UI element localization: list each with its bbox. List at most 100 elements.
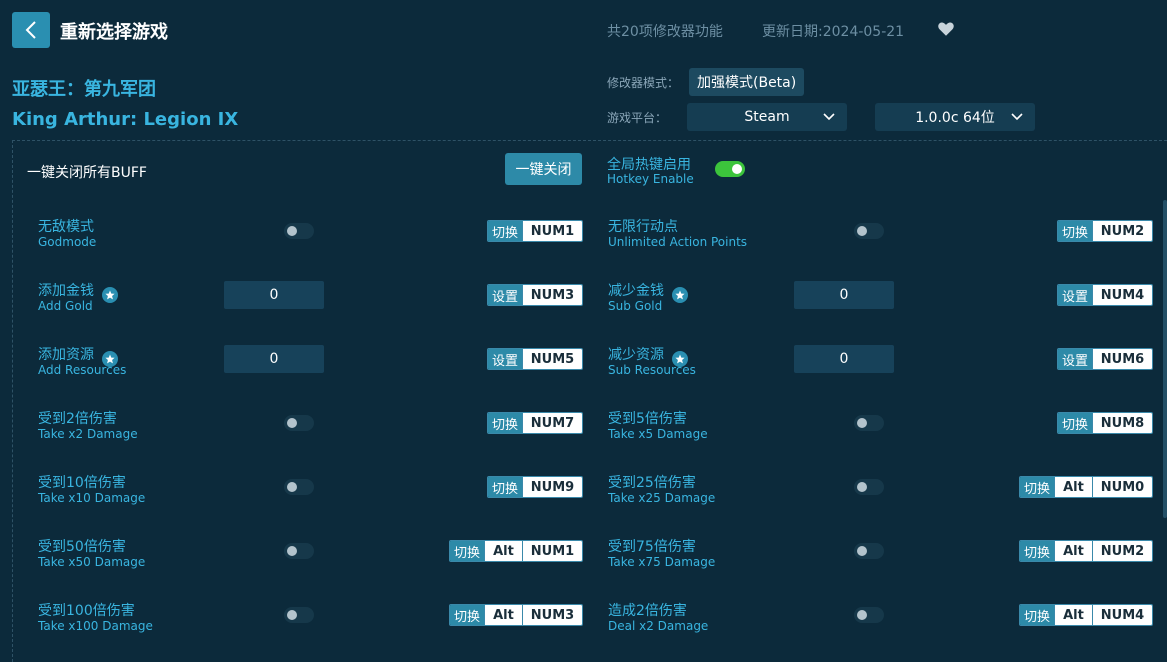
star-glyph [105, 290, 115, 300]
cheat-name-cn: 减少资源 [608, 347, 664, 363]
hotkey-action-button[interactable]: 切换 [488, 221, 522, 241]
hotkey-action-button[interactable]: 切换 [1058, 221, 1092, 241]
hotkey-key[interactable]: NUM7 [522, 413, 582, 433]
hotkey-key[interactable]: NUM2 [1092, 541, 1152, 561]
version-value: 1.0.0c 64位 [915, 110, 995, 126]
cheat-toggle[interactable] [854, 543, 884, 559]
hotkey-action-button[interactable]: 切换 [1058, 413, 1092, 433]
heart-icon[interactable] [937, 20, 955, 38]
hotkey-action-button[interactable]: 设置 [488, 349, 522, 369]
game-title-cn: 亚瑟王：第九军团 [12, 79, 156, 100]
cheat-name-en: Unlimited Action Points [608, 235, 748, 249]
hotkey-group: 切换 NUM8 [1057, 412, 1153, 434]
hotkey-key[interactable]: NUM3 [522, 285, 582, 305]
game-title-en: King Arthur: Legion IX [12, 109, 239, 130]
hotkey-key[interactable]: NUM3 [522, 605, 582, 625]
hotkey-action-button[interactable]: 切换 [450, 541, 484, 561]
hotkey-action-button[interactable]: 切换 [1020, 605, 1054, 625]
mode-selector[interactable]: 加强模式(Beta) [689, 68, 805, 96]
toggle-knob [857, 418, 867, 428]
cheat-name-cn: 无限行动点 [608, 219, 678, 235]
cheat-toggle[interactable] [284, 415, 314, 431]
hotkey-group: 设置 NUM6 [1057, 348, 1153, 370]
update-date: 更新日期:2024-05-21 [762, 24, 905, 40]
trainer-window: 重新选择游戏 共20项修改器功能 更新日期:2024-05-21 亚瑟王：第九军… [0, 0, 1167, 662]
hotkey-key[interactable]: NUM1 [522, 221, 582, 241]
cheat-name-cn: 无敌模式 [38, 219, 94, 235]
hotkey-action-button[interactable]: 切换 [450, 605, 484, 625]
toggle-knob [287, 546, 297, 556]
hotkey-modifier[interactable]: Alt [1054, 541, 1092, 561]
mode-label: 修改器模式： [607, 76, 680, 90]
cheat-name-cn: 减少金钱 [608, 283, 664, 299]
cheat-name-en: Take x75 Damage [608, 555, 716, 569]
cheat-value-input[interactable]: 0 [224, 281, 324, 309]
toggle-knob [287, 610, 297, 620]
hotkey-group: 切换 NUM2 [1057, 220, 1153, 242]
cheat-toggle[interactable] [284, 479, 314, 495]
star-glyph [105, 354, 115, 364]
star-icon [672, 287, 688, 303]
hotkey-modifier[interactable]: Alt [484, 541, 522, 561]
hotkey-key[interactable]: NUM6 [1092, 349, 1152, 369]
hotkey-key[interactable]: NUM0 [1092, 477, 1152, 497]
hotkey-key[interactable]: NUM4 [1092, 285, 1152, 305]
hotkey-key[interactable]: NUM1 [522, 541, 582, 561]
cheat-toggle[interactable] [854, 223, 884, 239]
cheat-value-input[interactable]: 0 [794, 345, 894, 373]
hotkey-group: 切换 NUM9 [487, 476, 583, 498]
star-icon [102, 287, 118, 303]
all-buff-label: 一键关闭所有BUFF [27, 165, 147, 181]
version-dropdown[interactable]: 1.0.0c 64位 [875, 103, 1035, 131]
hotkey-enable-toggle[interactable] [715, 161, 745, 177]
cheat-value-input[interactable]: 0 [794, 281, 894, 309]
cheat-name-cn: 添加资源 [38, 347, 94, 363]
hotkey-group: 切换 Alt NUM3 [449, 604, 583, 626]
chevron-left-icon [25, 21, 36, 39]
hotkey-group: 切换 Alt NUM2 [1019, 540, 1153, 562]
cheat-toggle[interactable] [284, 223, 314, 239]
hotkey-group: 设置 NUM4 [1057, 284, 1153, 306]
hotkey-action-button[interactable]: 设置 [488, 285, 522, 305]
toggle-knob [857, 546, 867, 556]
hotkey-action-button[interactable]: 设置 [1058, 349, 1092, 369]
cheat-name-en: Take x50 Damage [38, 555, 146, 569]
cheat-toggle[interactable] [854, 479, 884, 495]
cheat-toggle[interactable] [284, 607, 314, 623]
hotkey-key[interactable]: NUM9 [522, 477, 582, 497]
hotkey-group: 切换 Alt NUM4 [1019, 604, 1153, 626]
scrollbar[interactable] [1163, 200, 1167, 518]
hotkey-modifier[interactable]: Alt [484, 605, 522, 625]
cheat-name-en: Take x5 Damage [608, 427, 708, 441]
cheat-toggle[interactable] [854, 415, 884, 431]
hotkey-modifier[interactable]: Alt [1054, 605, 1092, 625]
cheat-value-input[interactable]: 0 [224, 345, 324, 373]
back-button[interactable] [12, 12, 50, 48]
hotkey-action-button[interactable]: 切换 [488, 477, 522, 497]
close-all-button[interactable]: 一键关闭 [505, 153, 582, 185]
cheat-name-cn: 添加金钱 [38, 283, 94, 299]
toggle-knob [857, 226, 867, 236]
star-glyph [675, 354, 685, 364]
cheat-name-en: Take x100 Damage [38, 619, 153, 633]
cheat-toggle[interactable] [854, 607, 884, 623]
cheat-name-cn: 受到75倍伤害 [608, 539, 696, 555]
hotkey-action-button[interactable]: 切换 [1020, 541, 1054, 561]
hotkey-modifier[interactable]: Alt [1054, 477, 1092, 497]
cheat-name-cn: 受到2倍伤害 [38, 411, 117, 427]
page-title: 重新选择游戏 [60, 22, 168, 43]
hotkey-key[interactable]: NUM8 [1092, 413, 1152, 433]
cheat-name-en: Sub Gold [608, 299, 663, 313]
star-icon [102, 351, 118, 367]
platform-value: Steam [744, 109, 790, 125]
cheat-name-cn: 造成2倍伤害 [608, 603, 687, 619]
hotkey-key[interactable]: NUM2 [1092, 221, 1152, 241]
hotkey-action-button[interactable]: 设置 [1058, 285, 1092, 305]
platform-dropdown[interactable]: Steam [687, 103, 847, 131]
hotkey-key[interactable]: NUM5 [522, 349, 582, 369]
cheat-toggle[interactable] [284, 543, 314, 559]
hotkey-key[interactable]: NUM4 [1092, 605, 1152, 625]
toggle-knob [857, 610, 867, 620]
hotkey-action-button[interactable]: 切换 [488, 413, 522, 433]
hotkey-action-button[interactable]: 切换 [1020, 477, 1054, 497]
